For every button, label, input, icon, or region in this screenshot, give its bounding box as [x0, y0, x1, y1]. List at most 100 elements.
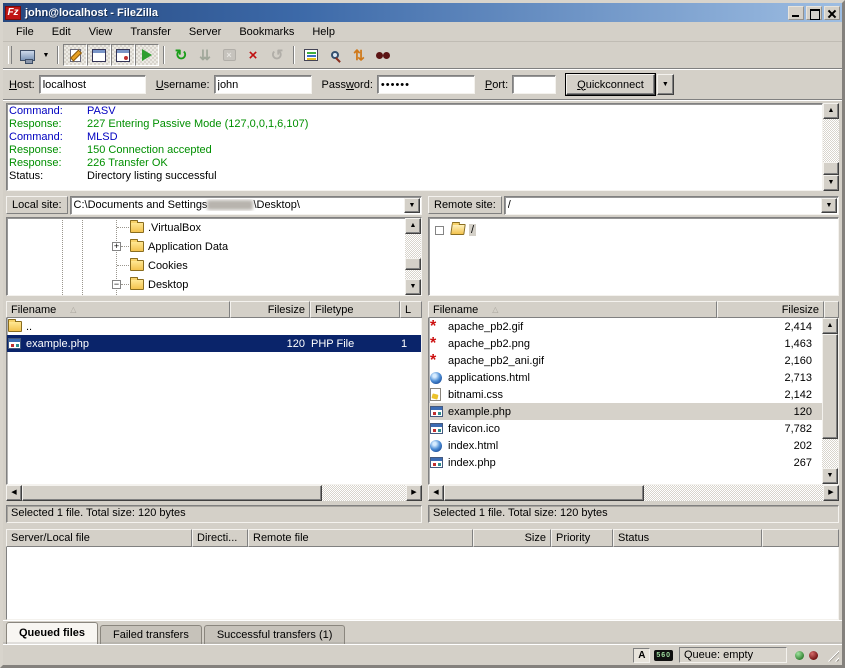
- file-row[interactable]: favicon.ico 7,782: [429, 420, 822, 437]
- directory-comparison-button[interactable]: [323, 44, 347, 66]
- tree-item[interactable]: − Desktop: [7, 275, 405, 294]
- local-list-hscrollbar[interactable]: ◀ ▶: [6, 485, 422, 501]
- scrollbar-track[interactable]: [644, 485, 823, 501]
- collapse-icon[interactable]: −: [112, 280, 121, 289]
- remote-tree-view[interactable]: /: [429, 218, 838, 295]
- quickconnect-dropdown[interactable]: ▼: [657, 74, 674, 95]
- local-tree-view[interactable]: .VirtualBox + Application Data Cookies: [7, 218, 405, 295]
- disconnect-button[interactable]: ×: [241, 44, 265, 66]
- column-size[interactable]: Size: [473, 529, 551, 547]
- tab-queued-files[interactable]: Queued files: [6, 622, 98, 644]
- message-log-content[interactable]: Command:PASV Response:227 Entering Passi…: [6, 103, 823, 191]
- remote-tree-toggle-button[interactable]: [111, 44, 135, 66]
- scrollbar-thumb[interactable]: [444, 485, 644, 501]
- synchronized-browsing-button[interactable]: ⇅: [347, 44, 371, 66]
- column-last-modified[interactable]: L: [400, 301, 422, 318]
- tree-item[interactable]: .VirtualBox: [7, 218, 405, 237]
- menu-help[interactable]: Help: [303, 24, 344, 40]
- host-input[interactable]: [39, 75, 146, 94]
- file-row[interactable]: * apache_pb2.png 1,463: [429, 335, 822, 352]
- scrollbar-thumb[interactable]: [823, 162, 839, 175]
- scroll-left-button[interactable]: ◀: [6, 485, 22, 501]
- column-filename[interactable]: Filename△: [6, 301, 230, 318]
- column-server-local-file[interactable]: Server/Local file: [6, 529, 192, 547]
- message-log-toggle-button[interactable]: [63, 44, 87, 66]
- menu-view[interactable]: View: [80, 24, 122, 40]
- remote-list-hscrollbar[interactable]: ◀ ▶: [428, 485, 839, 501]
- tree-item[interactable]: + Application Data: [7, 237, 405, 256]
- column-status[interactable]: Status: [613, 529, 762, 547]
- scrollbar-track[interactable]: [405, 234, 421, 258]
- remote-file-list[interactable]: * apache_pb2.gif 2,414 * apache_pb2.png …: [428, 318, 839, 485]
- log-scrollbar[interactable]: ▲ ▼: [823, 103, 839, 191]
- title-bar[interactable]: Fz john@localhost - FileZilla: [3, 3, 842, 22]
- scroll-up-button[interactable]: ▲: [405, 218, 421, 234]
- site-manager-button[interactable]: [15, 44, 39, 66]
- expand-icon[interactable]: [435, 226, 444, 235]
- file-row[interactable]: index.php 267: [429, 454, 822, 471]
- file-row-selected[interactable]: example.php 120 PHP File 1: [7, 335, 421, 352]
- menu-transfer[interactable]: Transfer: [121, 24, 180, 40]
- scroll-down-button[interactable]: ▼: [823, 175, 839, 191]
- tab-failed-transfers[interactable]: Failed transfers: [100, 625, 202, 644]
- local-tree-toggle-button[interactable]: [87, 44, 111, 66]
- column-filesize[interactable]: Filesize: [717, 301, 824, 318]
- reconnect-button[interactable]: ↺: [265, 44, 289, 66]
- scrollbar-thumb[interactable]: [22, 485, 322, 501]
- column-direction[interactable]: Directi...: [192, 529, 248, 547]
- scroll-up-button[interactable]: ▲: [822, 318, 838, 334]
- scrollbar-thumb[interactable]: [405, 258, 421, 270]
- process-queue-button[interactable]: ⇊: [193, 44, 217, 66]
- resize-grip[interactable]: [826, 649, 839, 662]
- queue-toggle-button[interactable]: [135, 44, 159, 66]
- directory-filter-button[interactable]: [299, 44, 323, 66]
- menu-file[interactable]: File: [7, 24, 43, 40]
- file-row[interactable]: bitnami.css 2,142: [429, 386, 822, 403]
- tree-item[interactable]: Cookies: [7, 256, 405, 275]
- refresh-button[interactable]: ↻: [169, 44, 193, 66]
- scroll-up-button[interactable]: ▲: [823, 103, 839, 119]
- tab-successful-transfers[interactable]: Successful transfers (1): [204, 625, 346, 644]
- cancel-transfer-button[interactable]: ×: [217, 44, 241, 66]
- remote-list-scrollbar[interactable]: ▲ ▼: [822, 318, 838, 484]
- combo-dropdown-button[interactable]: ▼: [404, 198, 420, 213]
- local-site-combo[interactable]: C:\Documents and Settings\Desktop\ ▼: [70, 196, 422, 215]
- file-row[interactable]: index.html 202: [429, 437, 822, 454]
- find-files-button[interactable]: [371, 44, 395, 66]
- scrollbar-track[interactable]: [823, 119, 839, 162]
- column-priority[interactable]: Priority: [551, 529, 613, 547]
- menu-edit[interactable]: Edit: [43, 24, 80, 40]
- file-row-selected[interactable]: example.php 120: [429, 403, 822, 420]
- site-manager-dropdown[interactable]: ▼: [39, 44, 53, 66]
- local-file-list[interactable]: .. example.php 120 PHP File 1: [6, 318, 422, 485]
- speed-limit-icon[interactable]: 560: [654, 650, 673, 661]
- maximize-button[interactable]: [806, 6, 822, 20]
- port-input[interactable]: [512, 75, 556, 94]
- menu-server[interactable]: Server: [180, 24, 230, 40]
- scrollbar-track[interactable]: [405, 270, 421, 279]
- queue-list[interactable]: [6, 547, 839, 620]
- column-filename[interactable]: Filename△: [428, 301, 717, 318]
- column-filetype[interactable]: Filetype: [310, 301, 400, 318]
- file-row-parent[interactable]: ..: [7, 318, 421, 335]
- scrollbar-track[interactable]: [822, 439, 838, 468]
- file-row[interactable]: applications.html 2,713: [429, 369, 822, 386]
- remote-site-combo[interactable]: / ▼: [504, 196, 839, 215]
- toolbar-grip[interactable]: [8, 46, 12, 64]
- local-tree-scrollbar[interactable]: ▲ ▼: [405, 218, 421, 295]
- scroll-left-button[interactable]: ◀: [428, 485, 444, 501]
- close-button[interactable]: [824, 6, 840, 20]
- scroll-right-button[interactable]: ▶: [406, 485, 422, 501]
- quickconnect-button[interactable]: Quickconnect: [566, 74, 655, 95]
- scroll-right-button[interactable]: ▶: [823, 485, 839, 501]
- combo-dropdown-button[interactable]: ▼: [821, 198, 837, 213]
- expand-icon[interactable]: +: [112, 242, 121, 251]
- minimize-button[interactable]: [788, 6, 804, 20]
- data-type-icon[interactable]: A: [633, 648, 650, 663]
- scrollbar-track[interactable]: [322, 485, 406, 501]
- file-row[interactable]: * apache_pb2.gif 2,414: [429, 318, 822, 335]
- password-input[interactable]: [377, 75, 475, 94]
- scroll-down-button[interactable]: ▼: [822, 468, 838, 484]
- tree-item-root[interactable]: /: [429, 220, 838, 239]
- file-row[interactable]: * apache_pb2_ani.gif 2,160: [429, 352, 822, 369]
